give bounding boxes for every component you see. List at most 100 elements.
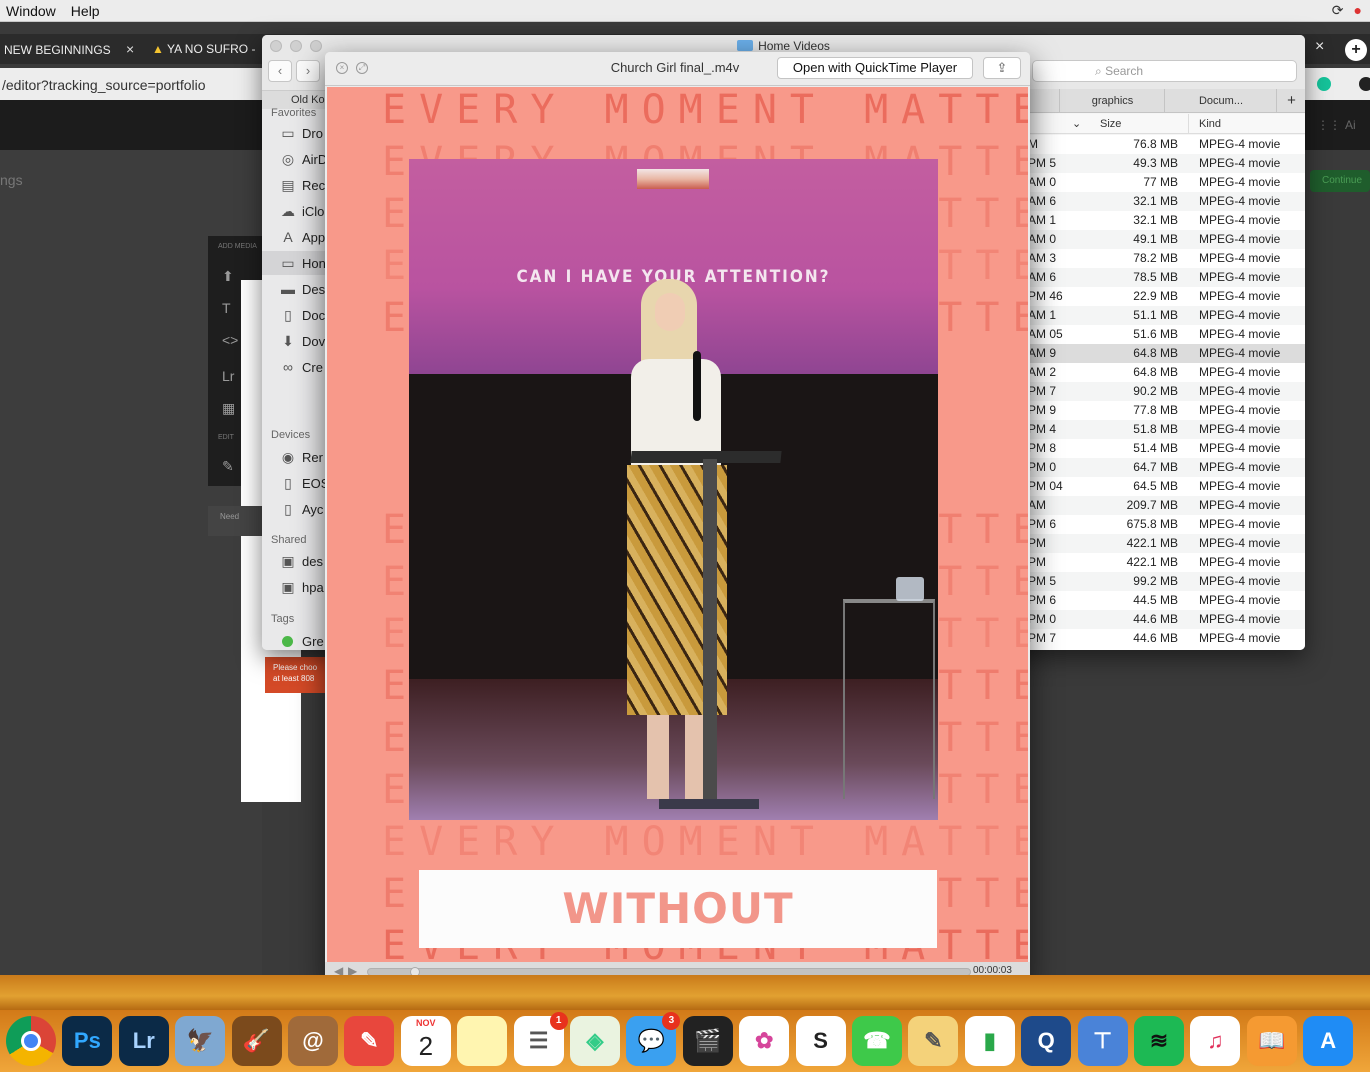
dropbox-sync-icon[interactable]: ⟳: [1332, 2, 1344, 19]
address-bar[interactable]: /editor?tracking_source=portfolio: [0, 68, 262, 100]
keynote-icon[interactable]: ⊤: [1077, 1016, 1128, 1066]
file-row[interactable]: 2 AM 64.8 MB MPEG-4 movie: [1028, 363, 1305, 382]
file-row[interactable]: PM 422.1 MB MPEG-4 movie: [1028, 553, 1305, 572]
appstore-icon[interactable]: A: [1303, 1016, 1354, 1066]
sidebar-item[interactable]: ▣ hpa: [262, 575, 328, 599]
file-row[interactable]: 46 PM 22.9 MB MPEG-4 movie: [1028, 287, 1305, 306]
lightroom-icon[interactable]: Lr: [118, 1016, 169, 1066]
preview-icon[interactable]: 🦅: [175, 1016, 226, 1066]
browser-tab-ya-no-sufro[interactable]: ▲ YA NO SUFRO -: [148, 34, 262, 64]
file-row[interactable]: 5 PM 49.3 MB MPEG-4 movie: [1028, 154, 1305, 173]
lightroom-icon[interactable]: Lr: [222, 368, 234, 384]
chrome-icon[interactable]: [6, 1016, 56, 1066]
itunes-icon[interactable]: ♫: [1190, 1016, 1241, 1066]
creative-cloud-icon[interactable]: ●: [1354, 2, 1362, 19]
facetime-icon[interactable]: ☎: [852, 1016, 902, 1066]
photos-icon[interactable]: ✿: [739, 1016, 790, 1066]
garageband-icon[interactable]: 🎸: [231, 1016, 282, 1066]
photoshop-icon[interactable]: Ps: [62, 1016, 113, 1066]
grid-icon[interactable]: ▦: [222, 400, 235, 417]
tag-item[interactable]: Gre: [262, 630, 328, 650]
tab-documents[interactable]: Docum...: [1166, 89, 1277, 113]
sidebar-item[interactable]: ☁ iClo: [262, 199, 328, 223]
sidebar-item[interactable]: ▣ des: [262, 549, 328, 573]
open-with-quicktime-button[interactable]: Open with QuickTime Player: [777, 57, 973, 79]
pixelmator-icon[interactable]: ✎: [344, 1016, 395, 1066]
close-icon[interactable]: ×: [126, 41, 134, 57]
fullscreen-icon[interactable]: ⤢: [356, 62, 368, 74]
file-row[interactable]: 6 PM 44.5 MB MPEG-4 movie: [1028, 591, 1305, 610]
browser-tab-new-beginnings[interactable]: NEW BEGINNINGS ×: [0, 34, 140, 64]
column-header-kind[interactable]: Kind: [1199, 114, 1221, 134]
file-row[interactable]: 7 PM 90.2 MB MPEG-4 movie: [1028, 382, 1305, 401]
text-tool-icon[interactable]: T: [222, 300, 231, 316]
file-row[interactable]: 05 AM 51.6 MB MPEG-4 movie: [1028, 325, 1305, 344]
finder-search-field[interactable]: ⌕ Search: [1032, 60, 1297, 82]
numbers-icon[interactable]: ▮: [964, 1016, 1015, 1066]
file-row[interactable]: 8 PM 51.4 MB MPEG-4 movie: [1028, 439, 1305, 458]
sidebar-item[interactable]: ◎ AirD: [262, 147, 328, 171]
spotify-icon[interactable]: ≋: [1134, 1016, 1184, 1066]
file-row[interactable]: 0 PM 44.6 MB MPEG-4 movie: [1028, 610, 1305, 629]
file-row[interactable]: 6 AM 78.5 MB MPEG-4 movie: [1028, 268, 1305, 287]
file-row[interactable]: 1 AM 32.1 MB MPEG-4 movie: [1028, 211, 1305, 230]
ibooks-icon[interactable]: 📖: [1246, 1016, 1297, 1066]
sidebar-item[interactable]: ▯ EOS: [262, 471, 328, 495]
sidebar-item[interactable]: A App: [262, 225, 328, 249]
sidebar-item[interactable]: ⬇ Dov: [262, 329, 328, 353]
pages-icon[interactable]: ✎: [908, 1016, 959, 1066]
quicktime-icon[interactable]: Q: [1021, 1016, 1072, 1066]
contacts-icon[interactable]: @: [288, 1016, 338, 1066]
back-button[interactable]: ‹: [268, 60, 292, 82]
close-tab-icon[interactable]: ×: [1315, 38, 1324, 56]
file-row[interactable]: 9 PM 77.8 MB MPEG-4 movie: [1028, 401, 1305, 420]
finalcut-icon[interactable]: 🎬: [682, 1016, 733, 1066]
file-row[interactable]: AM 209.7 MB MPEG-4 movie: [1028, 496, 1305, 515]
pencil-icon[interactable]: ✎: [222, 458, 234, 475]
slack-icon[interactable]: S: [795, 1016, 846, 1066]
minimize-window-button[interactable]: [290, 40, 302, 52]
menu-window[interactable]: Window: [0, 3, 65, 19]
sidebar-item[interactable]: ▯ Ayc: [262, 497, 328, 521]
file-row[interactable]: 0 AM 49.1 MB MPEG-4 movie: [1028, 230, 1305, 249]
file-row[interactable]: 6 PM 675.8 MB MPEG-4 movie: [1028, 515, 1305, 534]
reminders-icon[interactable]: ☰ 1: [513, 1012, 568, 1066]
maps-icon[interactable]: ◈: [570, 1016, 620, 1066]
add-tab-button[interactable]: +: [1278, 89, 1305, 113]
forward-button[interactable]: ›: [296, 60, 320, 82]
file-row[interactable]: M 76.8 MB MPEG-4 movie: [1028, 135, 1305, 154]
share-button[interactable]: ⇪: [983, 57, 1021, 79]
continue-button[interactable]: Continue: [1310, 170, 1370, 192]
file-row[interactable]: 1 AM 51.1 MB MPEG-4 movie: [1028, 306, 1305, 325]
file-row[interactable]: 04 PM 64.5 MB MPEG-4 movie: [1028, 477, 1305, 496]
file-row[interactable]: PM 422.1 MB MPEG-4 movie: [1028, 534, 1305, 553]
file-row[interactable]: 9 AM 64.8 MB MPEG-4 movie: [1028, 344, 1305, 363]
upload-icon[interactable]: ⬆: [222, 268, 234, 285]
close-icon[interactable]: ×: [336, 62, 348, 74]
new-tab-button[interactable]: +: [1345, 39, 1367, 61]
tab-graphics[interactable]: graphics: [1061, 89, 1165, 113]
tab-previous[interactable]: [1028, 89, 1060, 113]
notes-icon[interactable]: [457, 1016, 508, 1066]
chevron-down-icon[interactable]: ⌄: [1072, 114, 1081, 134]
sidebar-item[interactable]: ▤ Rec: [262, 173, 328, 197]
file-row[interactable]: 0 PM 64.7 MB MPEG-4 movie: [1028, 458, 1305, 477]
zoom-window-button[interactable]: [310, 40, 322, 52]
close-window-button[interactable]: [270, 40, 282, 52]
profile-icon[interactable]: [1359, 77, 1370, 91]
video-frame[interactable]: EVERY MOMENT MATTERS EVERY MOMENT MATTERS…: [327, 87, 1028, 962]
adobe-icon[interactable]: Ai: [1345, 118, 1356, 132]
sidebar-item[interactable]: ∞ Cre: [262, 355, 328, 379]
file-row[interactable]: 4 PM 51.8 MB MPEG-4 movie: [1028, 420, 1305, 439]
sidebar-item[interactable]: ▯ Doc: [262, 303, 328, 327]
sidebar-item[interactable]: ▭ Hon: [262, 251, 328, 275]
file-row[interactable]: 5 PM 99.2 MB MPEG-4 movie: [1028, 572, 1305, 591]
messages-icon[interactable]: 💬 3: [626, 1012, 681, 1066]
column-divider[interactable]: [1188, 114, 1189, 134]
code-icon[interactable]: <>: [222, 332, 238, 348]
file-row[interactable]: 0 AM 77 MB MPEG-4 movie: [1028, 173, 1305, 192]
sidebar-item[interactable]: ▭ Dro: [262, 121, 328, 145]
column-header-size[interactable]: Size: [1100, 114, 1121, 134]
calendar-icon[interactable]: NOV 2: [400, 1016, 451, 1066]
grammarly-icon[interactable]: [1317, 77, 1331, 91]
